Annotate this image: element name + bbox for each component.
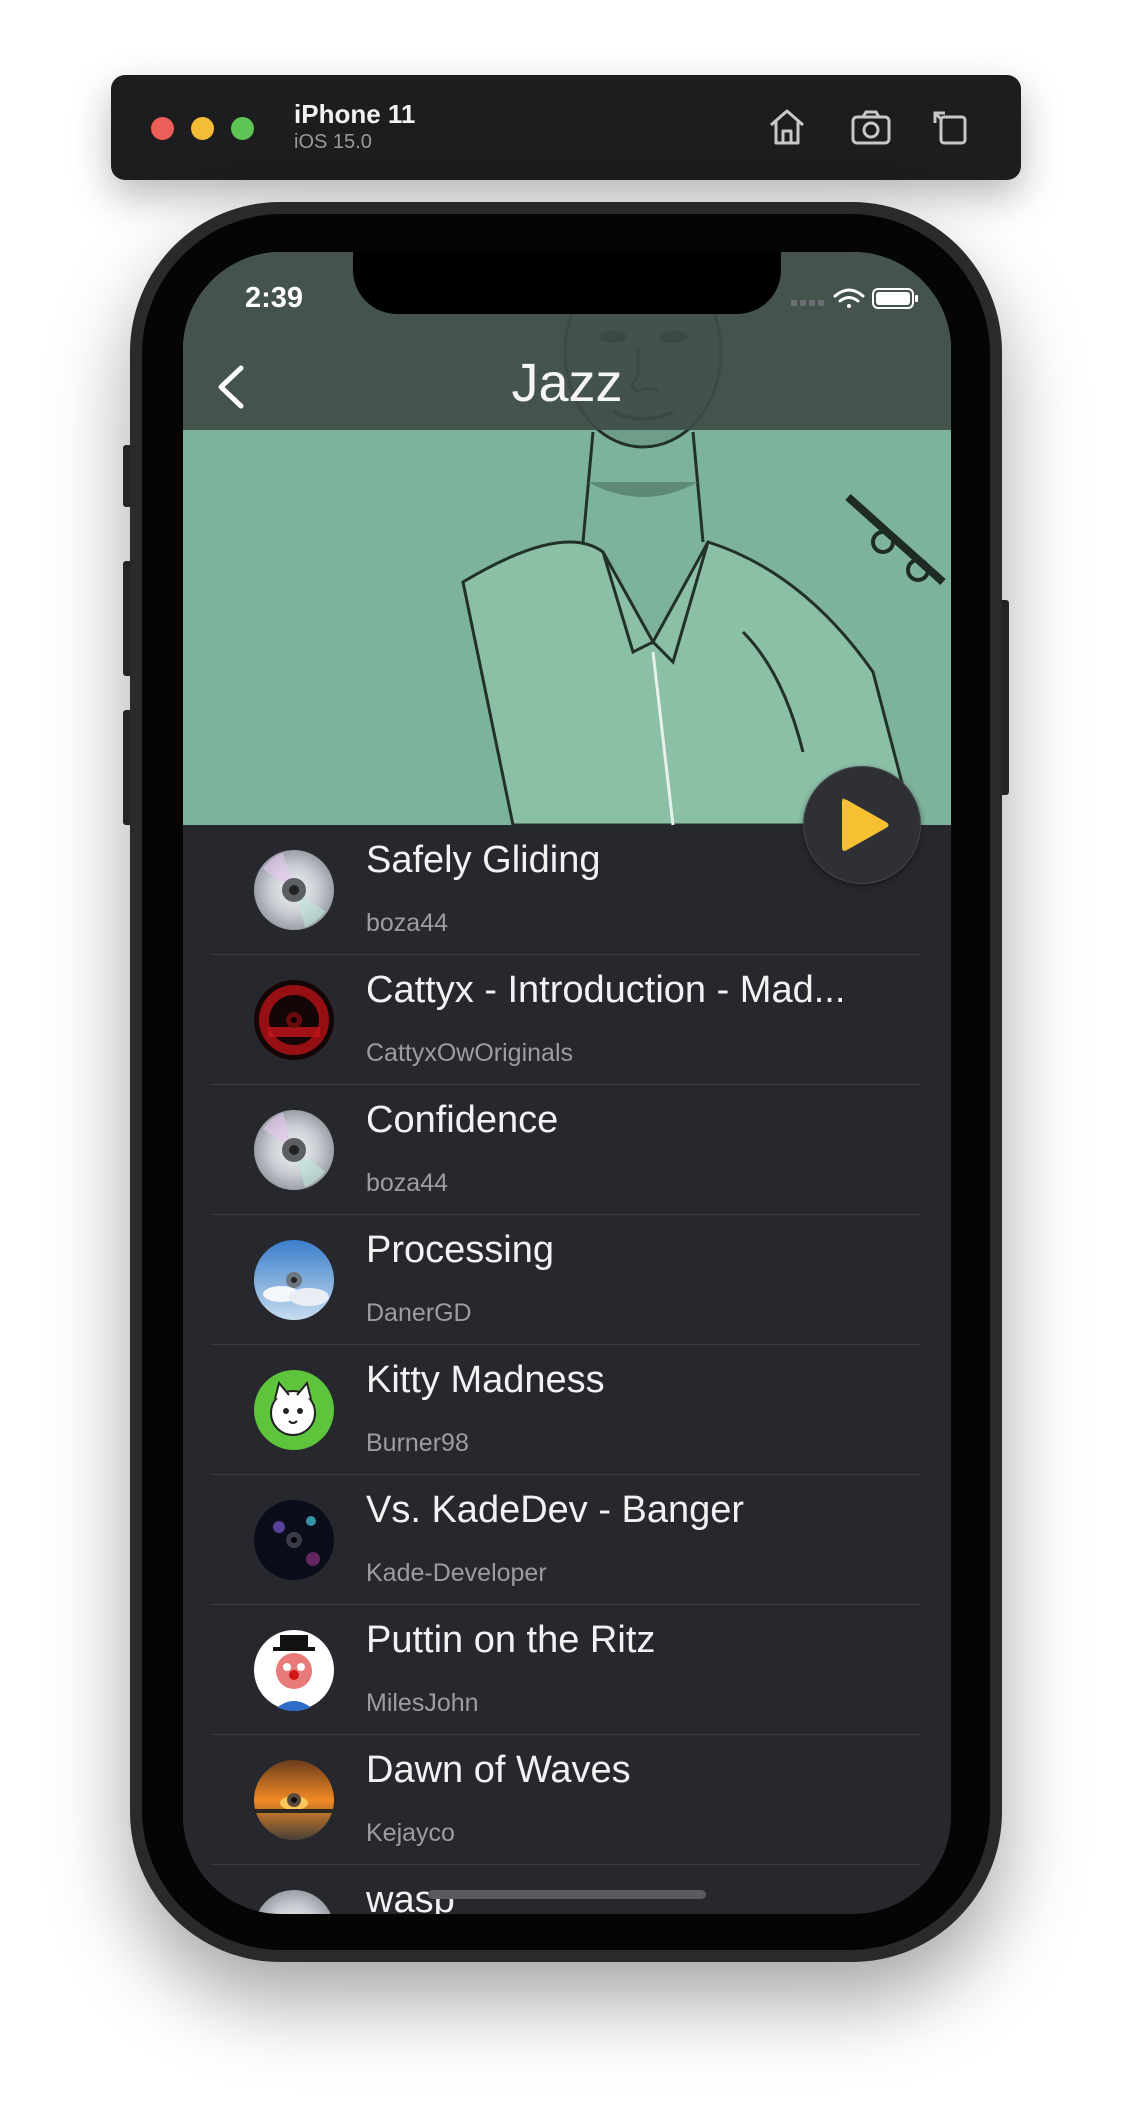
track-row[interactable]: Processing DanerGD — [211, 1215, 921, 1345]
rotate-icon[interactable] — [927, 103, 975, 151]
home-indicator[interactable] — [428, 1890, 706, 1899]
home-icon[interactable] — [763, 103, 811, 151]
album-art-clown — [253, 1629, 335, 1711]
battery-icon — [872, 288, 918, 309]
screenshot-icon[interactable] — [847, 103, 895, 151]
track-title: Kitty Madness — [366, 1359, 605, 1401]
track-artist: boza44 — [366, 1169, 449, 1197]
signal-icon — [791, 300, 824, 306]
track-artist: MilesJohn — [366, 1689, 479, 1717]
track-artist: DanerGD — [366, 1299, 472, 1327]
track-row[interactable]: Puttin on the Ritz MilesJohn — [211, 1605, 921, 1735]
track-title: Confidence — [366, 1099, 559, 1141]
track-artist: Kejayco — [366, 1819, 455, 1847]
zoom-window-button[interactable] — [231, 117, 254, 140]
play-icon — [842, 798, 889, 851]
track-row[interactable]: Vs. KadeDev - Banger Kade-Developer — [211, 1475, 921, 1605]
track-artist: CattyxOwOriginals — [366, 1039, 573, 1067]
app-screen: 2:39 Jazz Safely Gliding boza44 Cattyx -… — [183, 252, 951, 1914]
track-title: Processing — [366, 1229, 554, 1271]
album-art-red — [253, 979, 335, 1061]
album-art-cat — [253, 1369, 335, 1451]
track-artist: Burner98 — [366, 1429, 469, 1457]
track-title: Vs. KadeDev - Banger — [366, 1489, 745, 1531]
album-art-sunset — [253, 1759, 335, 1841]
cd-icon — [253, 849, 335, 931]
track-row[interactable]: Kitty Madness Burner98 — [211, 1345, 921, 1475]
playlist-title: Jazz — [511, 353, 623, 413]
play-button[interactable] — [803, 766, 921, 884]
track-row[interactable]: Dawn of Waves Kejayco — [211, 1735, 921, 1865]
cd-icon — [253, 1889, 335, 1914]
close-window-button[interactable] — [151, 117, 174, 140]
device-notch — [353, 252, 781, 314]
simulator-toolbar: iPhone 11 iOS 15.0 — [111, 75, 1021, 180]
cd-icon — [253, 1109, 335, 1191]
wifi-icon — [833, 288, 865, 308]
track-title: Dawn of Waves — [366, 1749, 631, 1791]
track-title: Puttin on the Ritz — [366, 1619, 656, 1661]
track-title: Cattyx - Introduction - Mad... — [366, 969, 846, 1011]
track-artist: Kade-Developer — [366, 1559, 547, 1587]
track-row[interactable]: Confidence boza44 — [211, 1085, 921, 1215]
os-version: iOS 15.0 — [294, 131, 372, 153]
status-time: 2:39 — [245, 282, 304, 314]
minimize-window-button[interactable] — [191, 117, 214, 140]
device-name: iPhone 11 — [294, 99, 416, 129]
track-row[interactable]: Cattyx - Introduction - Mad... CattyxOwO… — [211, 955, 921, 1085]
status-icons — [791, 286, 921, 310]
album-art-dark — [253, 1499, 335, 1581]
track-artist: boza44 — [366, 909, 449, 937]
album-art-sky — [253, 1239, 335, 1321]
